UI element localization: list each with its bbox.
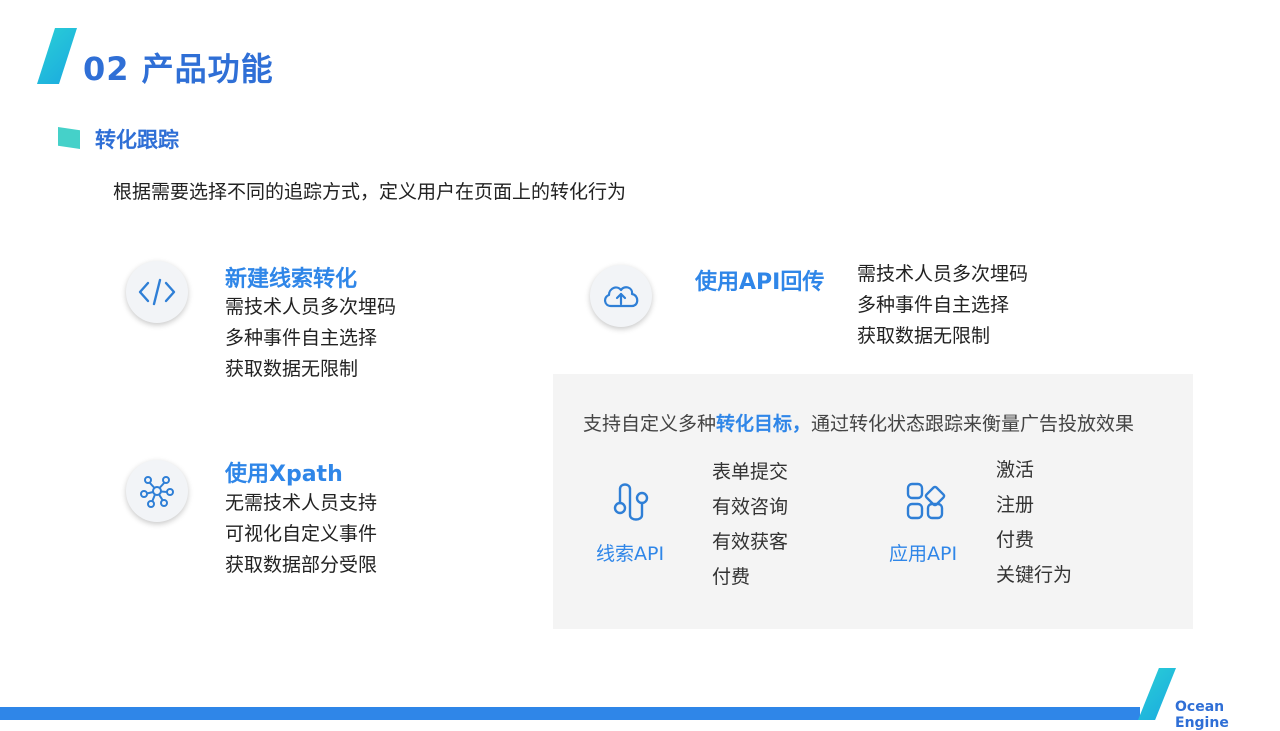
panel-heading-post: 通过转化状态跟踪来衡量广告投放效果: [811, 413, 1135, 435]
page-title: 02 产品功能: [83, 50, 274, 88]
feature-line: 需技术人员多次埋码: [225, 296, 397, 318]
feature-title-xpath: 使用Xpath: [225, 462, 343, 487]
feature-line: 获取数据部分受限: [225, 554, 378, 576]
feature-title-new-lead: 新建线索转化: [225, 267, 358, 292]
feature-lines-xpath: 无需技术人员支持 可视化自定义事件 获取数据部分受限: [225, 488, 377, 581]
title-accent-shape: [37, 28, 77, 84]
list-item: 有效咨询: [712, 496, 789, 518]
path-icon: [611, 481, 651, 527]
section-marker-icon: [58, 127, 80, 149]
api-list-lead: 表单提交 有效咨询 有效获客 付费: [712, 455, 788, 595]
list-item: 付费: [712, 566, 751, 588]
panel-heading: 支持自定义多种转化目标，通过转化状态跟踪来衡量广告投放效果: [583, 409, 1134, 436]
brand-logo-icon: [1138, 668, 1176, 720]
cloud-upload-icon: [590, 265, 652, 327]
feature-line: 无需技术人员支持: [225, 492, 378, 514]
feature-line: 多种事件自主选择: [225, 327, 378, 349]
api-label-lead: 线索API: [596, 543, 665, 565]
list-item: 有效获客: [712, 531, 789, 553]
api-label-app: 应用API: [889, 543, 958, 565]
list-item: 表单提交: [712, 461, 789, 483]
list-item: 关键行为: [996, 564, 1073, 586]
network-icon: [126, 460, 188, 522]
section-title: 转化跟踪: [95, 128, 179, 152]
feature-lines-api: 需技术人员多次埋码 多种事件自主选择 获取数据无限制: [857, 259, 1028, 352]
list-item: 注册: [996, 494, 1035, 516]
feature-line: 获取数据无限制: [225, 358, 359, 380]
code-icon: [126, 261, 188, 323]
list-item: 激活: [996, 459, 1035, 481]
footer-brand: Ocean Engine: [1175, 699, 1229, 731]
section-intro: 根据需要选择不同的追踪方式，定义用户在页面上的转化行为: [113, 181, 627, 203]
list-item: 付费: [996, 529, 1035, 551]
feature-lines-new-lead: 需技术人员多次埋码 多种事件自主选择 获取数据无限制: [225, 292, 396, 385]
apps-icon: [905, 481, 947, 527]
panel-heading-highlight: 转化目标，: [716, 413, 812, 435]
feature-title-api: 使用API回传: [695, 270, 825, 295]
footer-bar: [0, 707, 1140, 720]
panel-heading-pre: 支持自定义多种: [583, 413, 717, 435]
feature-line: 获取数据无限制: [857, 325, 991, 347]
api-list-app: 激活 注册 付费 关键行为: [996, 453, 1072, 593]
feature-line: 可视化自定义事件: [225, 523, 378, 545]
feature-line: 需技术人员多次埋码: [857, 263, 1029, 285]
feature-line: 多种事件自主选择: [857, 294, 1010, 316]
